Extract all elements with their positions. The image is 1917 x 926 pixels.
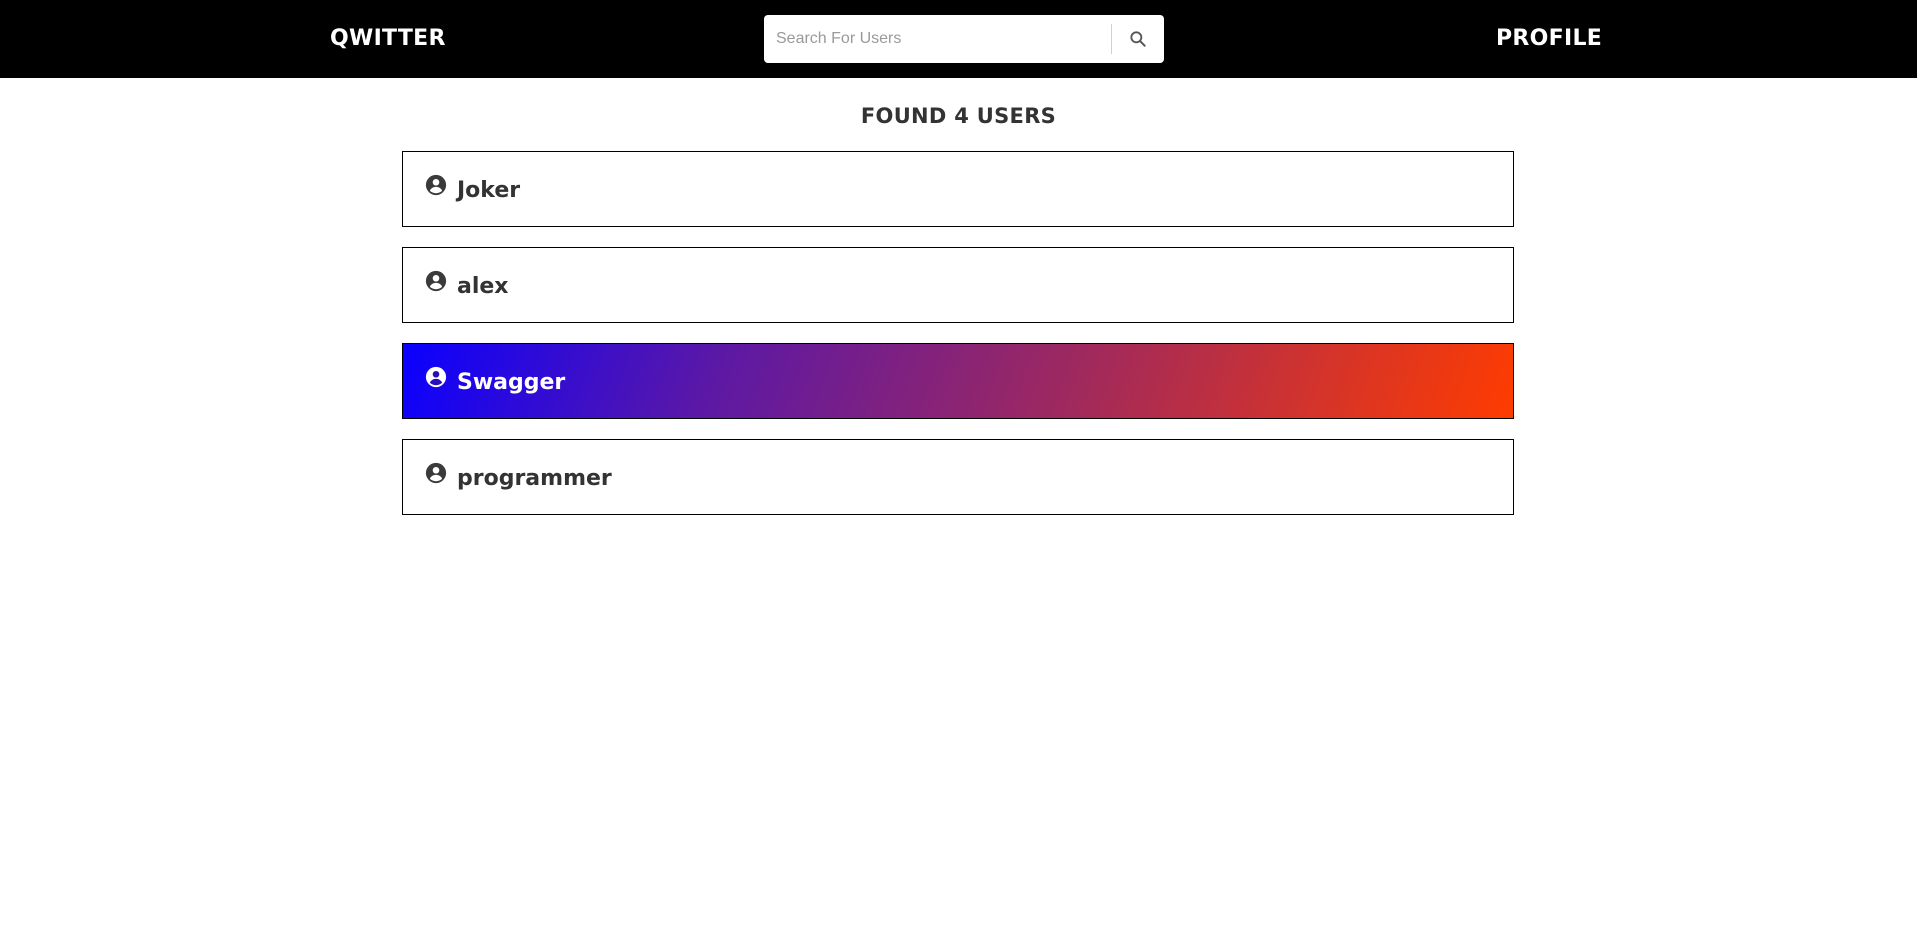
search-bar bbox=[764, 15, 1164, 63]
user-name: Joker bbox=[457, 178, 521, 203]
user-card-swagger[interactable]: Swagger bbox=[402, 343, 1514, 419]
user-name: alex bbox=[457, 274, 509, 299]
account-circle-icon bbox=[425, 366, 447, 388]
top-navbar: QWITTER PROFILE bbox=[0, 0, 1917, 78]
brand-logo-link[interactable]: QWITTER bbox=[330, 26, 446, 51]
search-input[interactable] bbox=[764, 15, 1111, 63]
account-circle-icon bbox=[425, 174, 447, 196]
user-name: programmer bbox=[457, 466, 612, 491]
results-heading: FOUND 4 USERS bbox=[860, 104, 1057, 128]
account-circle-icon bbox=[425, 462, 447, 484]
user-card-alex[interactable]: alex bbox=[402, 247, 1514, 323]
search-button[interactable] bbox=[1112, 15, 1164, 63]
user-results-list: Joker alex Swagger programmer bbox=[402, 151, 1514, 535]
account-circle-icon bbox=[425, 270, 447, 292]
user-card-joker[interactable]: Joker bbox=[402, 151, 1514, 227]
profile-link[interactable]: PROFILE bbox=[1496, 26, 1602, 51]
search-icon bbox=[1130, 31, 1146, 47]
user-card-programmer[interactable]: programmer bbox=[402, 439, 1514, 515]
user-name: Swagger bbox=[457, 370, 566, 395]
